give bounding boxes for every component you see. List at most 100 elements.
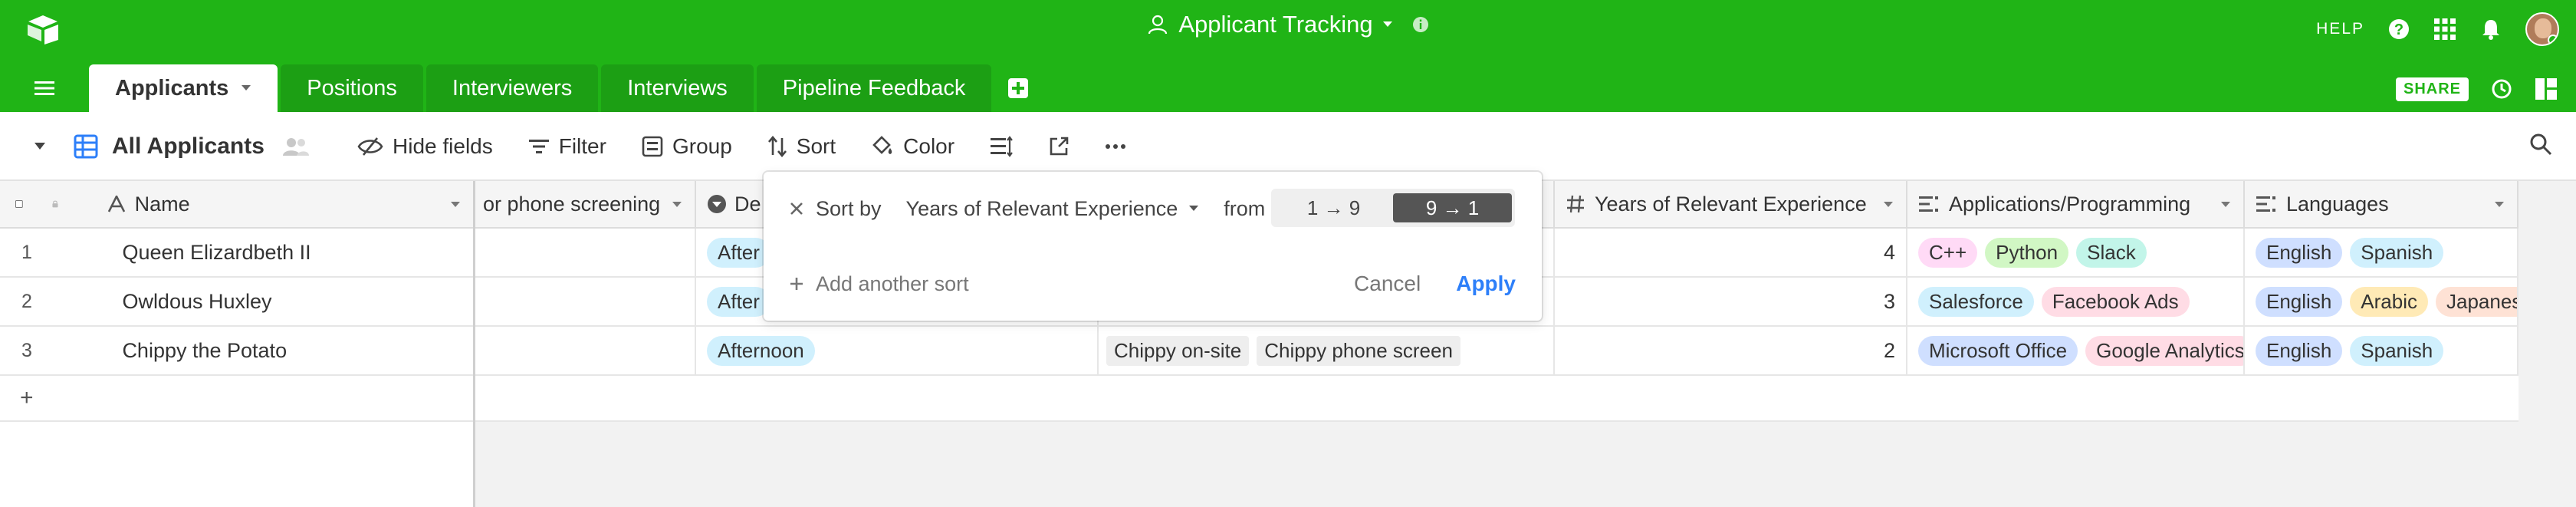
- applications-cell[interactable]: C++ Python Slack: [1907, 229, 2245, 276]
- info-icon[interactable]: [1411, 15, 1430, 34]
- name-cell[interactable]: Owldous Huxley: [111, 278, 473, 325]
- chevron-down-icon[interactable]: [241, 84, 251, 92]
- filter-button[interactable]: Filter: [528, 134, 606, 159]
- table-row[interactable]: Afternoon Chippy on-site Chippy phone sc…: [475, 327, 2518, 376]
- apply-button[interactable]: Apply: [1456, 272, 1516, 296]
- tab-bar-right-controls: SHARE: [2395, 74, 2558, 104]
- sort-actions: Cancel Apply: [1354, 267, 1516, 301]
- sort-button[interactable]: Sort: [767, 134, 836, 159]
- base-title-button[interactable]: Applicant Tracking: [1146, 11, 1429, 38]
- airtable-logo-icon[interactable]: [26, 14, 60, 44]
- multi-select-icon: [2256, 196, 2275, 212]
- add-row[interactable]: +: [0, 376, 473, 422]
- color-label: Color: [903, 134, 955, 158]
- hamburger-icon: [34, 81, 54, 95]
- table-row[interactable]: 3 Chippy the Potato: [0, 327, 473, 376]
- phone-screening-cell[interactable]: [475, 229, 696, 276]
- hide-fields-icon: [357, 137, 383, 156]
- sort-ascending-option[interactable]: 1 → 9: [1274, 193, 1393, 222]
- history-icon[interactable]: [2490, 77, 2513, 100]
- name-cell[interactable]: Chippy the Potato: [111, 327, 473, 374]
- years-cell[interactable]: 4: [1555, 229, 1907, 276]
- chevron-down-icon: [1189, 206, 1199, 211]
- chevron-down-icon[interactable]: [2220, 201, 2231, 209]
- from-label: from: [1224, 196, 1266, 220]
- column-header-label: Name: [134, 192, 190, 216]
- hide-fields-label: Hide fields: [393, 134, 493, 158]
- applications-cell[interactable]: Salesforce Facebook Ads: [1907, 278, 2245, 325]
- tab-pipeline-feedback[interactable]: Pipeline Feedback: [756, 64, 992, 112]
- close-icon[interactable]: [790, 202, 803, 216]
- group-button[interactable]: Group: [642, 134, 732, 159]
- chevron-down-icon[interactable]: [450, 201, 461, 209]
- share-view-button[interactable]: [1048, 136, 1070, 157]
- more-options-button[interactable]: [1105, 143, 1126, 150]
- tab-applicants[interactable]: Applicants: [89, 64, 278, 112]
- column-header-name[interactable]: Name: [69, 181, 473, 227]
- multi-select-icon: [1919, 196, 1938, 212]
- table-row[interactable]: 1 Queen Elizardbeth II: [0, 229, 473, 278]
- menu-button[interactable]: [0, 64, 89, 112]
- help-question-icon[interactable]: ?: [2387, 18, 2410, 41]
- add-another-sort-button[interactable]: Add another sort: [790, 267, 969, 301]
- years-cell[interactable]: 3: [1555, 278, 1907, 325]
- phone-screening-cell[interactable]: [475, 278, 696, 325]
- view-switcher[interactable]: All Applicants: [34, 112, 310, 181]
- apps-grid-icon[interactable]: [2433, 18, 2456, 41]
- hide-fields-button[interactable]: Hide fields: [357, 134, 493, 159]
- applications-cell[interactable]: Microsoft Office Google Analytics: [1907, 327, 2245, 374]
- chevron-down-icon[interactable]: [1382, 21, 1393, 28]
- desired-time-cell[interactable]: Afternoon: [696, 327, 1099, 374]
- column-header-phone-screening[interactable]: or phone screening: [475, 181, 696, 227]
- svg-text:?: ?: [2394, 21, 2404, 38]
- group-icon: [642, 136, 663, 157]
- column-header-label: De: [734, 192, 761, 216]
- chevron-down-icon[interactable]: [1883, 201, 1894, 209]
- add-row-strip[interactable]: [475, 376, 2518, 422]
- chevron-down-icon[interactable]: [2494, 201, 2505, 209]
- languages-cell[interactable]: English Arabic Japanese: [2245, 278, 2518, 325]
- tab-label: Pipeline Feedback: [782, 75, 966, 100]
- more-dots-icon: [1106, 144, 1126, 149]
- chevron-down-icon[interactable]: [672, 201, 682, 209]
- name-cell[interactable]: Queen Elizardbeth II: [111, 229, 473, 276]
- linked-record-chip[interactable]: Chippy phone screen: [1257, 335, 1460, 366]
- languages-cell[interactable]: English Spanish: [2245, 229, 2518, 276]
- tab-interviewers[interactable]: Interviewers: [426, 64, 599, 112]
- checkbox-icon[interactable]: [15, 196, 23, 212]
- languages-cell[interactable]: English Spanish: [2245, 327, 2518, 374]
- row-height-button[interactable]: [990, 136, 1013, 157]
- chevron-down-icon[interactable]: [34, 142, 46, 151]
- tab-label: Positions: [307, 75, 397, 100]
- years-cell[interactable]: 2: [1555, 327, 1907, 374]
- column-header-applications[interactable]: Applications/Programming: [1907, 181, 2245, 227]
- share-button[interactable]: SHARE: [2395, 77, 2469, 101]
- linked-record-chip[interactable]: Chippy on-site: [1106, 335, 1250, 366]
- column-header-years-experience[interactable]: Years of Relevant Experience: [1555, 181, 1907, 227]
- column-header-label: or phone screening: [483, 192, 661, 216]
- sort-descending-option[interactable]: 9 → 1: [1393, 193, 1512, 222]
- notification-bell-icon[interactable]: [2479, 18, 2502, 41]
- sort-field-select[interactable]: Years of Relevant Experience: [906, 197, 1200, 221]
- tab-interviews[interactable]: Interviews: [601, 64, 754, 112]
- blocks-icon[interactable]: [2535, 77, 2558, 100]
- column-header-languages[interactable]: Languages: [2245, 181, 2518, 227]
- help-link[interactable]: HELP: [2316, 20, 2364, 38]
- filter-label: Filter: [558, 134, 606, 158]
- add-row-button[interactable]: +: [0, 376, 473, 420]
- sort-icon: [767, 136, 787, 157]
- tab-positions[interactable]: Positions: [281, 64, 423, 112]
- select-all-cell[interactable]: [0, 181, 69, 227]
- cancel-button[interactable]: Cancel: [1354, 272, 1421, 296]
- collaborators-icon[interactable]: [281, 136, 310, 157]
- add-another-sort-label: Add another sort: [816, 272, 969, 295]
- interviews-cell[interactable]: Chippy on-site Chippy phone screen: [1099, 327, 1555, 374]
- table-row[interactable]: 2 Owldous Huxley: [0, 278, 473, 327]
- phone-screening-cell[interactable]: [475, 327, 696, 374]
- search-button[interactable]: [2528, 132, 2553, 160]
- add-table-button[interactable]: [994, 64, 1042, 112]
- color-button[interactable]: Color: [871, 134, 955, 159]
- user-avatar[interactable]: [2525, 12, 2559, 46]
- tab-label: Interviews: [627, 75, 728, 100]
- table-tabs: Applicants Positions Interviewers Interv…: [0, 64, 1042, 112]
